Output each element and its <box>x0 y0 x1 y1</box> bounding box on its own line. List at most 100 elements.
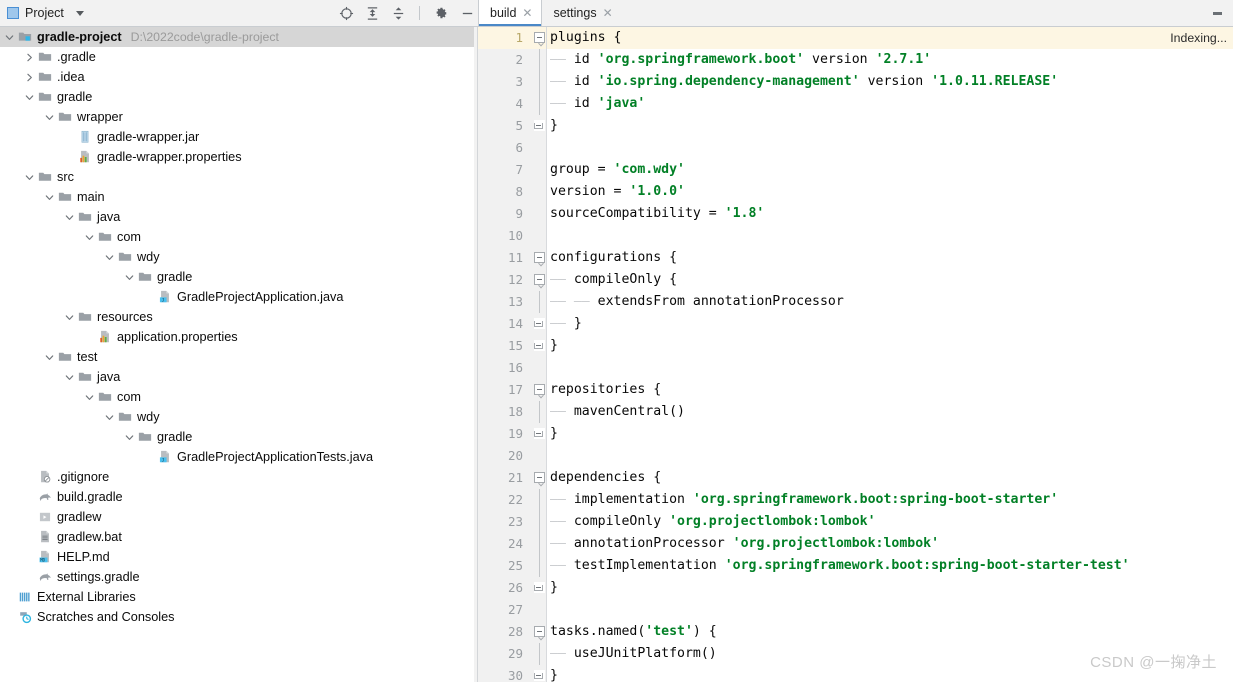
code-line[interactable]: sourceCompatibility = '1.8' <box>547 203 1233 225</box>
line-number[interactable]: 18 <box>478 401 532 423</box>
code-line[interactable] <box>547 599 1233 621</box>
line-number[interactable]: 20 <box>478 445 532 467</box>
line-number[interactable]: 6 <box>478 137 532 159</box>
fold-end-icon[interactable] <box>532 577 546 599</box>
fold-region-line[interactable] <box>532 643 546 665</box>
tree-row-.gradle[interactable]: .gradle <box>0 47 474 67</box>
code-line[interactable] <box>547 445 1233 467</box>
code-line[interactable]: repositories { <box>547 379 1233 401</box>
code-line[interactable]: dependencies { <box>547 467 1233 489</box>
chevron-down-icon[interactable] <box>102 412 117 423</box>
chevron-down-icon[interactable] <box>42 112 57 123</box>
fold-end-icon[interactable] <box>532 335 546 357</box>
line-number[interactable]: 30 <box>478 665 532 682</box>
tree-row-gradleprojectapplicationtests.java[interactable]: J GradleProjectApplicationTests.java <box>0 447 474 467</box>
code-lines[interactable]: plugins {—— id 'org.springframework.boot… <box>547 27 1233 682</box>
tree-row-settings.gradle[interactable]: settings.gradle <box>0 567 474 587</box>
line-number-gutter[interactable]: 1 2 3 4 5 6 7 8 9 10 11 12 13 14 15 16 17 18 19 20 21 22 23 24 2… <box>478 27 532 682</box>
code-line[interactable]: —— id 'org.springframework.boot' version… <box>547 49 1233 71</box>
line-number[interactable]: 15 <box>478 335 532 357</box>
tree-row-gradlew.bat[interactable]: gradlew.bat <box>0 527 474 547</box>
line-number[interactable]: 19 <box>478 423 532 445</box>
code-line[interactable]: —— id 'java' <box>547 93 1233 115</box>
fold-end-icon[interactable] <box>532 665 546 682</box>
tree-row-.gitignore[interactable]: .gitignore <box>0 467 474 487</box>
line-number[interactable]: 24 <box>478 533 532 555</box>
code-line[interactable]: } <box>547 115 1233 137</box>
line-number[interactable]: 4 <box>478 93 532 115</box>
fold-region-line[interactable] <box>532 555 546 577</box>
code-line[interactable]: tasks.named('test') { <box>547 621 1233 643</box>
line-number[interactable]: 9 <box>478 203 532 225</box>
fold-region-line[interactable] <box>532 71 546 93</box>
fold-region-line[interactable] <box>532 401 546 423</box>
chevron-down-icon[interactable] <box>122 272 137 283</box>
line-number[interactable]: 21 <box>478 467 532 489</box>
tree-row-java[interactable]: java <box>0 207 474 227</box>
line-number[interactable]: 5 <box>478 115 532 137</box>
line-number[interactable]: 23 <box>478 511 532 533</box>
tree-row-wdy[interactable]: wdy <box>0 247 474 267</box>
fold-open-icon[interactable] <box>532 621 546 643</box>
line-number[interactable]: 26 <box>478 577 532 599</box>
fold-open-icon[interactable] <box>532 467 546 489</box>
tree-row-gradle-wrapper.properties[interactable]: gradle-wrapper.properties <box>0 147 474 167</box>
line-number[interactable]: 12 <box>478 269 532 291</box>
fold-open-icon[interactable] <box>532 269 546 291</box>
fold-region-line[interactable] <box>532 489 546 511</box>
tree-row-application.properties[interactable]: application.properties <box>0 327 474 347</box>
tree-row-build.gradle[interactable]: build.gradle <box>0 487 474 507</box>
line-number[interactable]: 10 <box>478 225 532 247</box>
fold-end-icon[interactable] <box>532 115 546 137</box>
chevron-down-icon[interactable] <box>82 232 97 243</box>
line-number[interactable]: 17 <box>478 379 532 401</box>
project-tree[interactable]: gradle-project D:\2022code\gradle-project… <box>0 27 474 682</box>
chevron-down-icon[interactable] <box>42 352 57 363</box>
tree-row-gradle-project[interactable]: gradle-project D:\2022code\gradle-project <box>0 27 474 47</box>
code-line[interactable]: —— useJUnitPlatform() <box>547 643 1233 665</box>
line-number[interactable]: 2 <box>478 49 532 71</box>
fold-end-icon[interactable] <box>532 423 546 445</box>
tree-row-com[interactable]: com <box>0 227 474 247</box>
fold-region-line[interactable] <box>532 511 546 533</box>
more-vertical-icon[interactable] <box>1207 0 1227 26</box>
close-icon[interactable]: ✕ <box>522 7 532 19</box>
tree-row-main[interactable]: main <box>0 187 474 207</box>
project-toolwindow-header[interactable]: Project <box>0 0 92 26</box>
fold-region-line[interactable] <box>532 49 546 71</box>
chevron-down-icon[interactable] <box>62 372 77 383</box>
line-number[interactable]: 13 <box>478 291 532 313</box>
code-line[interactable]: plugins { <box>547 27 1233 49</box>
line-number[interactable]: 27 <box>478 599 532 621</box>
fold-open-icon[interactable] <box>532 27 546 49</box>
line-number[interactable]: 8 <box>478 181 532 203</box>
tree-row-resources[interactable]: resources <box>0 307 474 327</box>
tree-row-wrapper[interactable]: wrapper <box>0 107 474 127</box>
code-line[interactable]: —— annotationProcessor 'org.projectlombo… <box>547 533 1233 555</box>
chevron-down-icon[interactable] <box>42 192 57 203</box>
code-line[interactable]: —— id 'io.spring.dependency-management' … <box>547 71 1233 93</box>
tree-row-gradleprojectapplication.java[interactable]: J GradleProjectApplication.java <box>0 287 474 307</box>
line-number[interactable]: 28 <box>478 621 532 643</box>
tree-row-gradle[interactable]: gradle <box>0 87 474 107</box>
minimize-icon[interactable] <box>459 5 475 21</box>
gear-icon[interactable] <box>433 5 449 21</box>
tree-row-gradle[interactable]: gradle <box>0 427 474 447</box>
tab-settings[interactable]: settings ✕ <box>542 0 621 26</box>
chevron-right-icon[interactable] <box>22 72 37 83</box>
line-number[interactable]: 29 <box>478 643 532 665</box>
chevron-down-icon[interactable] <box>62 312 77 323</box>
code-line[interactable] <box>547 357 1233 379</box>
line-number[interactable]: 22 <box>478 489 532 511</box>
code-line[interactable]: } <box>547 423 1233 445</box>
tree-row-gradle-wrapper.jar[interactable]: gradle-wrapper.jar <box>0 127 474 147</box>
code-line[interactable]: —— —— extendsFrom annotationProcessor <box>547 291 1233 313</box>
code-line[interactable]: version = '1.0.0' <box>547 181 1233 203</box>
code-line[interactable]: —— testImplementation 'org.springframewo… <box>547 555 1233 577</box>
chevron-down-icon[interactable] <box>75 10 84 16</box>
code-editor[interactable]: 1 2 3 4 5 6 7 8 9 10 11 12 13 14 15 16 17 18 19 20 21 22 23 24 2… <box>478 27 1233 682</box>
close-icon[interactable]: ✕ <box>603 7 613 19</box>
tree-row-help.md[interactable]: MD HELP.md <box>0 547 474 567</box>
fold-region-line[interactable] <box>532 93 546 115</box>
code-line[interactable]: configurations { <box>547 247 1233 269</box>
